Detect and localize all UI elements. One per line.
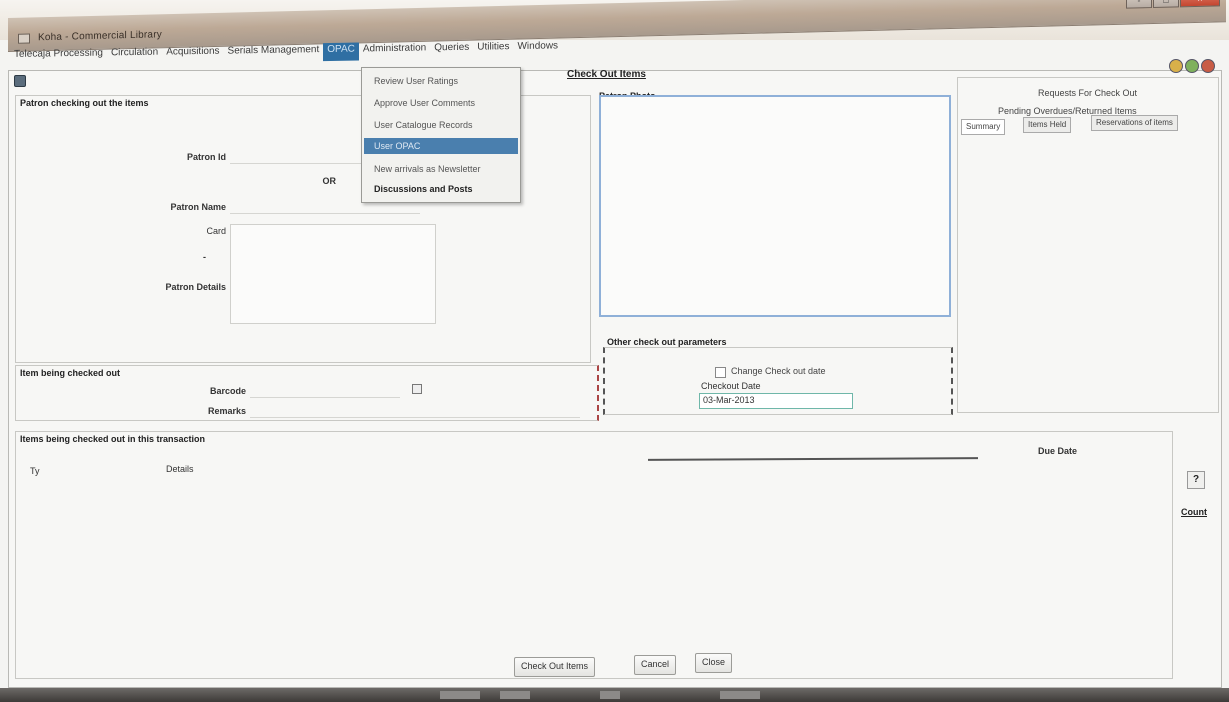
items-table-panel: Items being checked out in this transact… bbox=[15, 431, 1173, 679]
patron-details-box bbox=[230, 224, 436, 324]
table-header-details: Details bbox=[166, 464, 194, 474]
inner-maximize-button[interactable] bbox=[1185, 59, 1199, 73]
menu-serials[interactable]: Serials Management bbox=[224, 43, 324, 63]
menu-telecaja[interactable]: Telecaja Processing bbox=[10, 46, 107, 66]
patron-section-title: Patron checking out the items bbox=[20, 98, 149, 108]
table-header-due-date: Due Date bbox=[1038, 446, 1078, 456]
tab-summary[interactable]: Summary bbox=[961, 119, 1006, 135]
checkout-date-input[interactable]: 03-Mar-2013 bbox=[699, 393, 853, 409]
patron-name-label: Patron Name bbox=[170, 202, 226, 212]
change-date-checkbox[interactable] bbox=[715, 367, 726, 378]
or-label: OR bbox=[322, 176, 337, 186]
opac-dropdown-menu: Review User Ratings Approve User Comment… bbox=[361, 67, 521, 203]
patron-details-label: Patron Details bbox=[165, 282, 226, 292]
checkout-date-label: Checkout Date bbox=[701, 381, 761, 391]
menu-item-user-opac[interactable]: User OPAC bbox=[364, 138, 518, 154]
tab-items-held[interactable]: Items Held bbox=[1023, 117, 1072, 133]
item-section-title: Item being checked out bbox=[20, 368, 121, 378]
menu-acquisitions[interactable]: Acquisitions bbox=[162, 45, 223, 64]
remarks-label: Remarks bbox=[207, 406, 246, 416]
taskbar bbox=[0, 688, 1229, 702]
menu-utilities[interactable]: Utilities bbox=[473, 40, 513, 59]
close-form-button[interactable]: Close bbox=[695, 653, 733, 673]
item-panel: Item being checked out Barcode Remarks bbox=[15, 365, 599, 421]
menu-administration[interactable]: Administration bbox=[359, 41, 430, 60]
menu-item-discussions-posts[interactable]: Discussions and Posts bbox=[374, 184, 473, 194]
patron-photo-box bbox=[599, 95, 951, 317]
table-header-ty: Ty bbox=[30, 466, 40, 476]
table-header-divider bbox=[647, 457, 979, 461]
taskbar-item[interactable] bbox=[600, 691, 620, 699]
checkout-items-button[interactable]: Check Out Items bbox=[514, 657, 596, 677]
help-icon[interactable]: ? bbox=[1187, 471, 1205, 489]
other-params-title: Other check out parameters bbox=[607, 337, 727, 347]
maximize-button[interactable]: □ bbox=[1153, 0, 1179, 9]
menu-windows[interactable]: Windows bbox=[513, 39, 562, 58]
card-label: Card bbox=[206, 226, 226, 236]
menu-circulation[interactable]: Circulation bbox=[107, 46, 162, 65]
menu-item-approve-user-comments[interactable]: Approve User Comments bbox=[374, 98, 475, 108]
menu-queries[interactable]: Queries bbox=[430, 41, 473, 60]
inner-window-controls bbox=[1169, 59, 1215, 73]
dash-label: - bbox=[203, 252, 206, 262]
cancel-button[interactable]: Cancel bbox=[634, 655, 677, 675]
inner-minimize-button[interactable] bbox=[1169, 59, 1183, 73]
minimize-button[interactable]: - bbox=[1126, 0, 1152, 9]
taskbar-item[interactable] bbox=[500, 691, 530, 699]
checkout-window: Check Out Items Patron checking out the … bbox=[8, 59, 1222, 688]
tab-reservations[interactable]: Reservations of items bbox=[1091, 115, 1178, 131]
menu-item-user-catalogue-records[interactable]: User Catalogue Records bbox=[374, 120, 473, 130]
menu-opac[interactable]: OPAC bbox=[323, 42, 359, 62]
table-body bbox=[24, 482, 1164, 662]
app-icon bbox=[18, 33, 30, 44]
menu-item-new-arrivals-newsletter[interactable]: New arrivals as Newsletter bbox=[374, 164, 481, 174]
requests-label: Requests For Check Out bbox=[1038, 88, 1138, 98]
form-title: Check Out Items bbox=[567, 69, 646, 80]
barcode-label: Barcode bbox=[209, 386, 246, 396]
close-button[interactable]: × bbox=[1180, 0, 1220, 8]
items-table-title: Items being checked out in this transact… bbox=[20, 434, 206, 444]
barcode-field[interactable] bbox=[250, 384, 400, 398]
change-date-label: Change Check out date bbox=[731, 366, 826, 376]
count-label: Count bbox=[1181, 507, 1207, 517]
document-icon bbox=[14, 75, 26, 87]
patron-id-label: Patron Id bbox=[186, 152, 226, 162]
taskbar-item[interactable] bbox=[720, 691, 760, 699]
remarks-field[interactable] bbox=[250, 404, 580, 418]
menu-item-review-user-ratings[interactable]: Review User Ratings bbox=[374, 76, 458, 86]
window-controls: - □ × bbox=[1126, 0, 1220, 9]
window-title: Koha - Commercial Library bbox=[38, 29, 162, 44]
taskbar-item[interactable] bbox=[440, 691, 480, 699]
barcode-lookup-icon[interactable] bbox=[412, 384, 422, 394]
inner-close-button[interactable] bbox=[1201, 59, 1215, 73]
